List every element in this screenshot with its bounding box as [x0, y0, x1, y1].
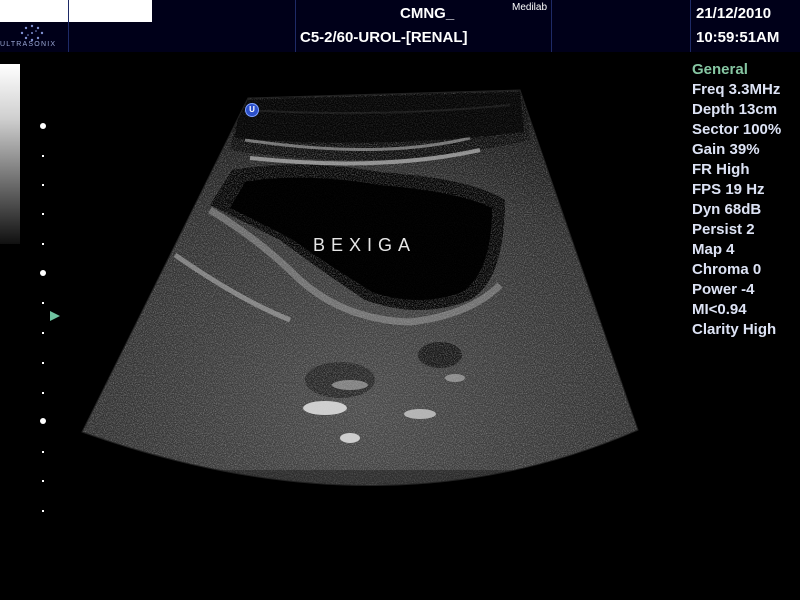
- parameter-panel: General Freq 3.3MHz Depth 13cm Sector 10…: [692, 60, 800, 340]
- image-annotation[interactable]: BEXIGA: [313, 235, 416, 256]
- param-fps: FPS 19 Hz: [692, 181, 765, 198]
- param-title[interactable]: General: [692, 60, 800, 80]
- param-map[interactable]: Map 4: [692, 240, 800, 260]
- param-chroma[interactable]: Chroma 0: [692, 260, 800, 280]
- param-persistence[interactable]: Persist 2: [692, 220, 800, 240]
- orientation-marker-icon[interactable]: U: [245, 103, 259, 117]
- param-clarity[interactable]: Clarity High: [692, 320, 800, 340]
- param-mechanical-index: MI<0.94: [692, 301, 747, 318]
- ultrasound-image[interactable]: [0, 0, 800, 600]
- param-dynamic-range[interactable]: Dyn 68dB: [692, 200, 800, 220]
- param-depth[interactable]: Depth 13cm: [692, 100, 800, 120]
- param-gain[interactable]: Gain 39%: [692, 140, 800, 160]
- param-power[interactable]: Power -4: [692, 280, 800, 300]
- param-frame-rate[interactable]: FR High: [692, 160, 800, 180]
- param-sector[interactable]: Sector 100%: [692, 120, 800, 140]
- param-frequency[interactable]: Freq 3.3MHz: [692, 80, 800, 100]
